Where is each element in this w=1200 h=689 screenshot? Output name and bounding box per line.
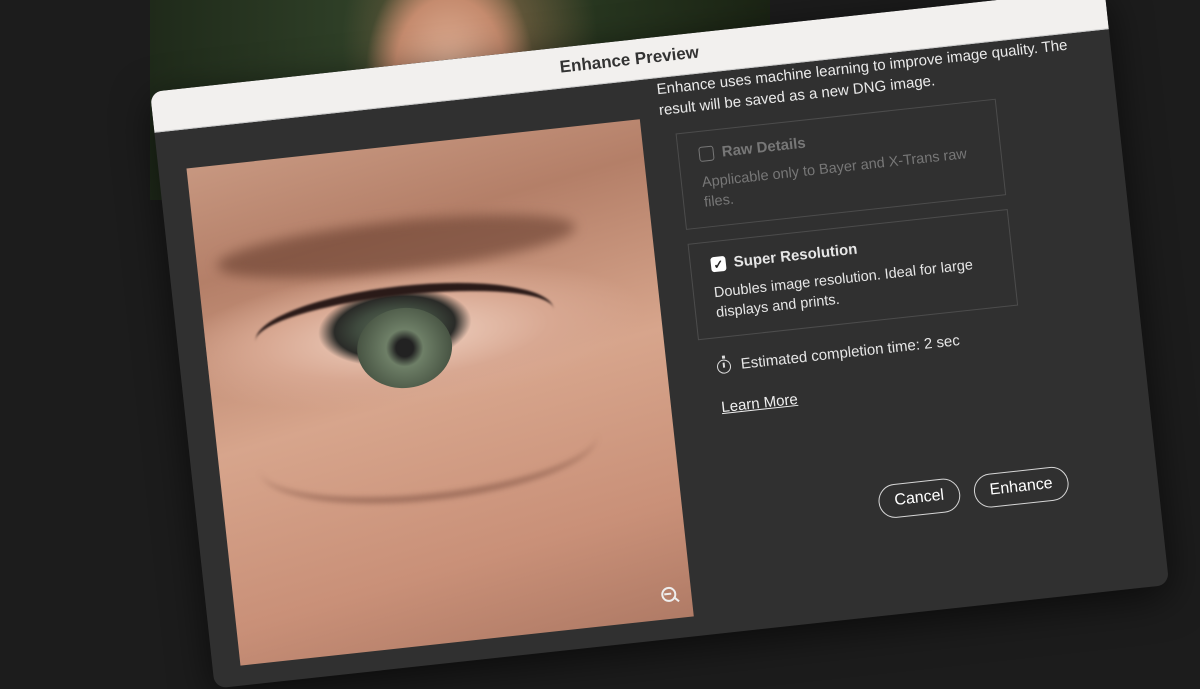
dialog-buttons: Cancel Enhance bbox=[876, 465, 1071, 520]
preview-eyebrow bbox=[214, 202, 578, 291]
preview-undereye bbox=[254, 385, 603, 519]
enhance-preview-dialog: Enhance Preview Enhance uses machine lea… bbox=[150, 0, 1170, 689]
option-raw-details: Raw Details Applicable only to Bayer and… bbox=[675, 98, 1007, 230]
learn-more-link[interactable]: Learn More bbox=[721, 391, 799, 416]
options-panel: Enhance uses machine learning to improve… bbox=[656, 33, 1121, 520]
preview-image[interactable] bbox=[186, 119, 694, 666]
estimated-time-text: Estimated completion time: 2 sec bbox=[739, 332, 961, 373]
cancel-button[interactable]: Cancel bbox=[876, 476, 962, 520]
super-resolution-label: Super Resolution bbox=[732, 240, 859, 271]
preview-toggle-label[interactable] bbox=[454, 633, 537, 666]
super-resolution-checkbox[interactable]: ✓ bbox=[710, 255, 727, 273]
zoom-out-icon[interactable] bbox=[658, 584, 680, 606]
raw-details-label: Raw Details bbox=[720, 134, 807, 161]
raw-details-checkbox bbox=[698, 145, 715, 163]
enhance-button[interactable]: Enhance bbox=[972, 465, 1071, 510]
stopwatch-icon bbox=[716, 358, 732, 374]
option-super-resolution[interactable]: ✓ Super Resolution Doubles image resolut… bbox=[687, 209, 1019, 341]
